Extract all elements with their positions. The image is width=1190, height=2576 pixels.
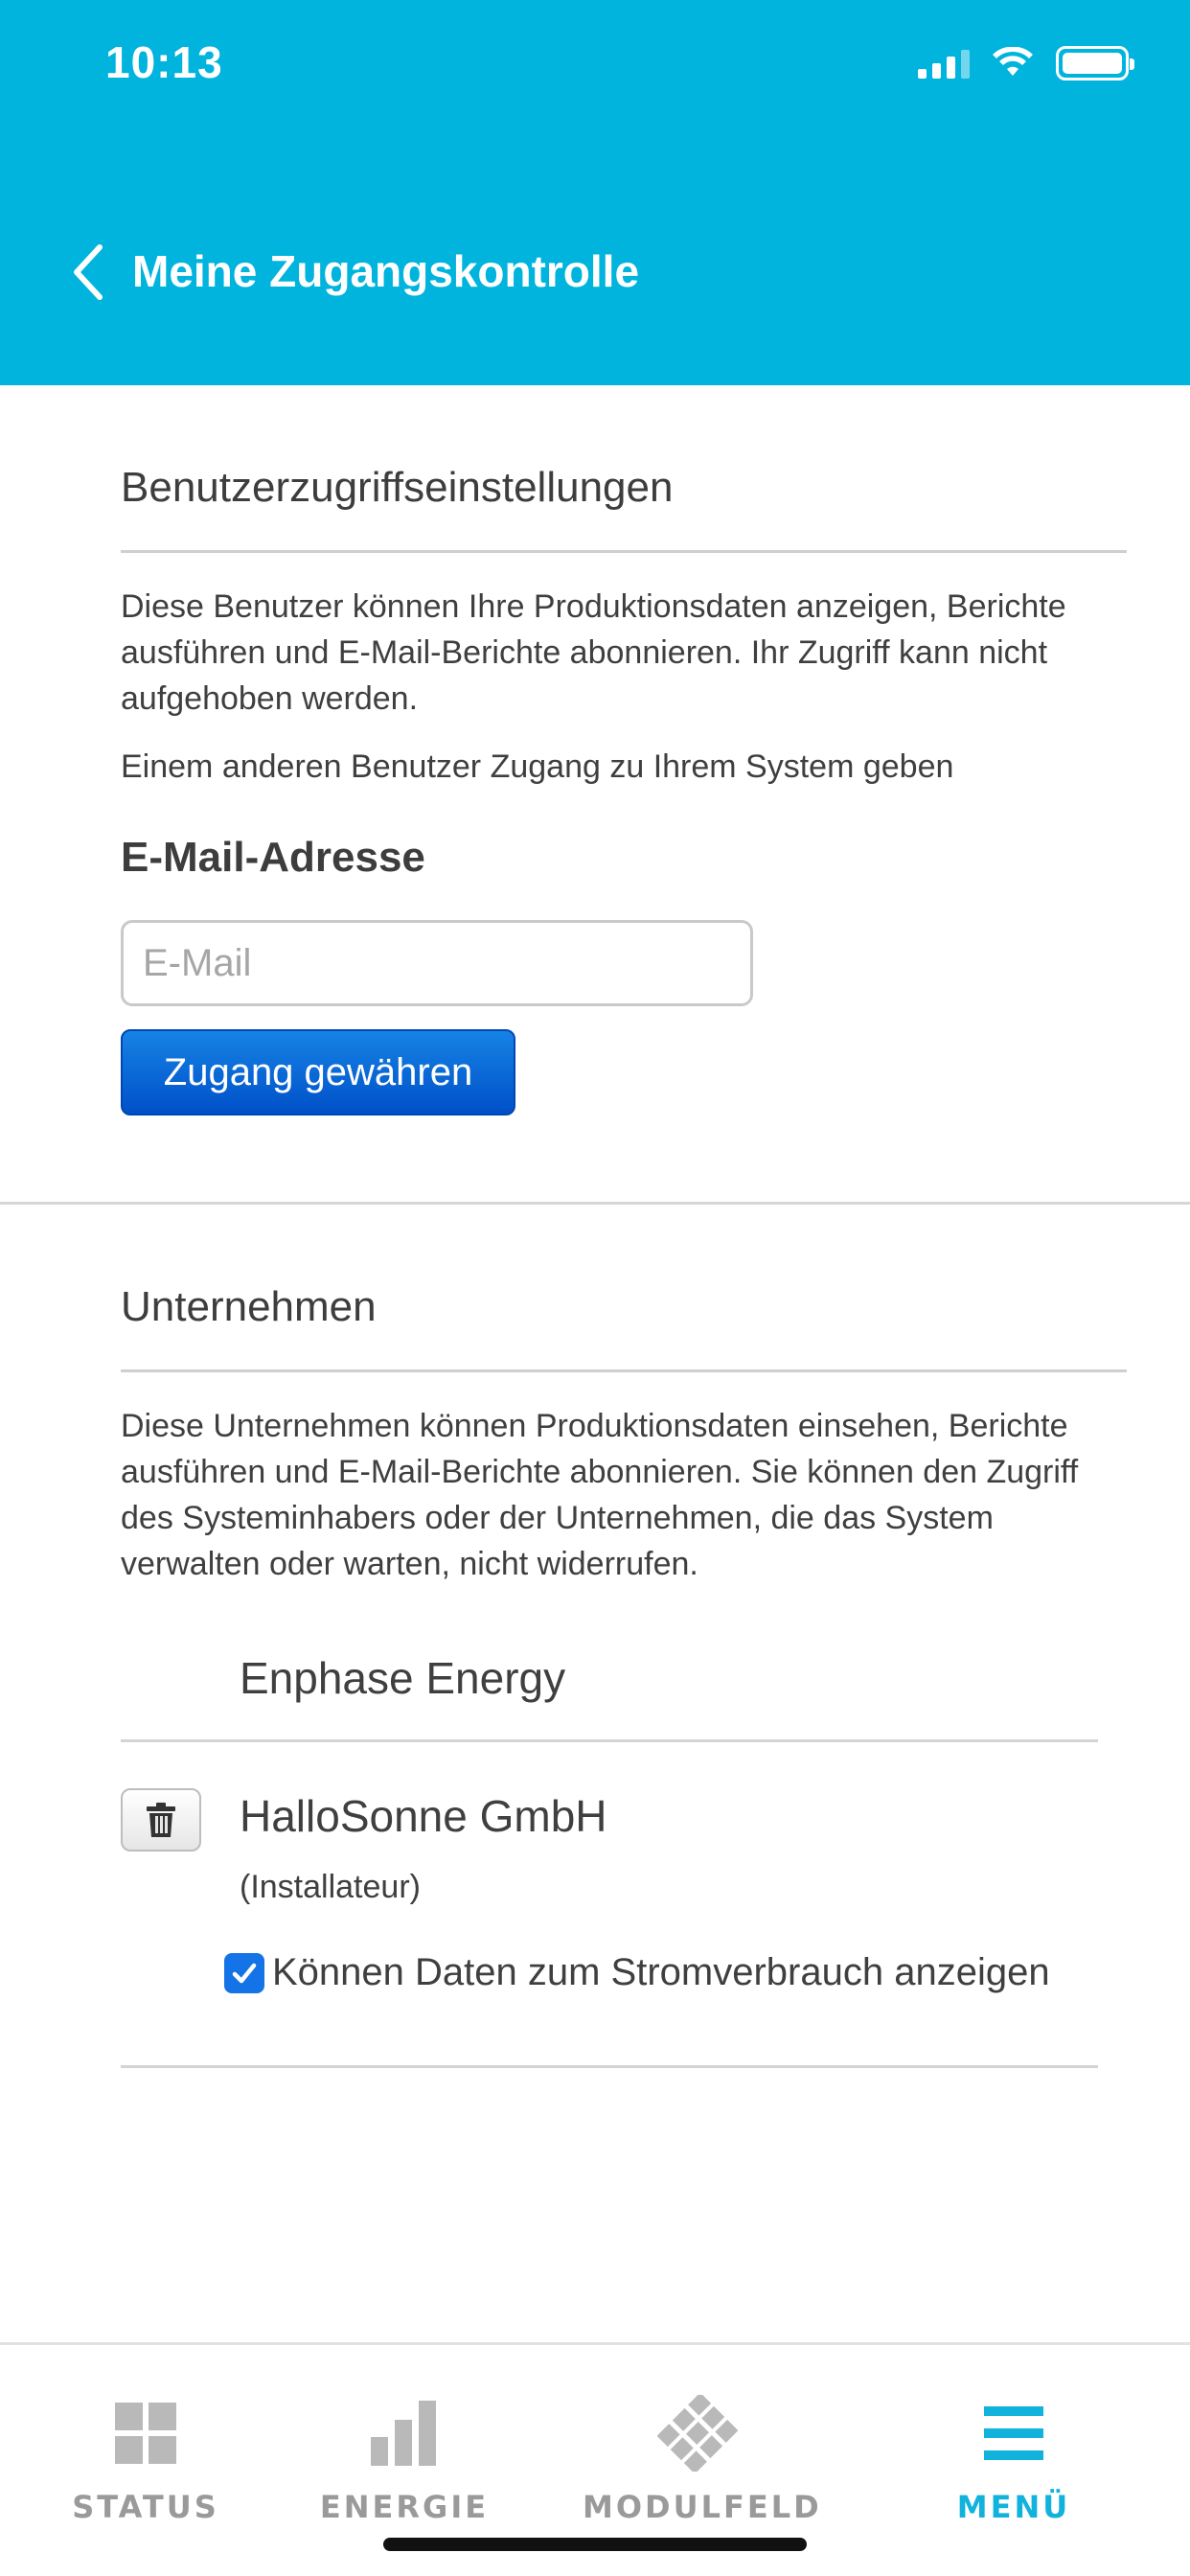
status-time: 10:13 — [105, 37, 223, 87]
email-input[interactable] — [121, 920, 753, 1006]
home-indicator — [383, 2538, 807, 2551]
company-list: Enphase Energy HalloSonne GmbH (Installa… — [121, 1635, 1098, 2068]
delete-company-button[interactable] — [121, 1788, 201, 1852]
tab-label: STATUS — [72, 2489, 219, 2525]
user-access-title: Benutzerzugriffseinstellungen — [121, 385, 1127, 553]
grid-icon — [115, 2403, 176, 2464]
consumption-checkbox-label: Können Daten zum Stromverbrauch anzeigen — [272, 1951, 1050, 1993]
tab-label: ENERGIE — [319, 2489, 490, 2525]
companies-section: Unternehmen Diese Unternehmen können Pro… — [0, 1205, 1190, 2068]
wifi-icon — [993, 47, 1033, 76]
checkmark-icon — [232, 1963, 257, 1983]
trash-icon — [147, 1803, 175, 1837]
battery-icon — [1056, 46, 1134, 80]
company-name: HalloSonne GmbH — [240, 1791, 607, 1841]
grant-access-button[interactable]: Zugang gewähren — [121, 1029, 515, 1116]
tab-label: MODULFELD — [583, 2489, 822, 2525]
app-header: 10:13 Meine Zugangskontrolle — [0, 0, 1190, 385]
chevron-left-icon — [74, 244, 103, 300]
grant-access-text: Einem anderen Benutzer Zugang zu Ihrem S… — [121, 748, 954, 785]
cellular-signal-icon — [918, 48, 970, 79]
consumption-permission: Können Daten zum Stromverbrauch anzeigen — [224, 1951, 1050, 1994]
status-icons — [918, 46, 1134, 80]
panels-icon — [657, 2395, 738, 2472]
user-access-description: Diese Benutzer können Ihre Produktionsda… — [121, 588, 1066, 717]
tab-energie[interactable]: ENERGIE — [289, 2399, 519, 2525]
menu-icon — [984, 2406, 1043, 2460]
company-name: Enphase Energy — [240, 1653, 566, 1703]
tab-menu[interactable]: MENÜ — [899, 2399, 1129, 2525]
tab-label: MENÜ — [956, 2489, 1071, 2525]
company-item: Enphase Energy — [121, 1635, 1098, 1742]
main-content: Benutzerzugriffseinstellungen Diese Benu… — [0, 385, 1190, 2068]
company-role: (Installateur) — [240, 1869, 421, 1905]
page-title: Meine Zugangskontrolle — [132, 246, 640, 296]
tab-modulfeld[interactable]: MODULFELD — [583, 2395, 822, 2525]
consumption-checkbox[interactable] — [224, 1952, 264, 1993]
bar-chart-icon — [371, 2401, 436, 2466]
companies-title: Unternehmen — [121, 1205, 1127, 1372]
company-item: HalloSonne GmbH (Installateur) Können Da… — [121, 1742, 1098, 2068]
email-label: E-Mail-Adresse — [121, 834, 425, 881]
user-access-section: Benutzerzugriffseinstellungen Diese Benu… — [0, 385, 1190, 1116]
tab-status[interactable]: STATUS — [31, 2399, 261, 2525]
back-button[interactable] — [69, 243, 126, 305]
companies-description: Diese Unternehmen können Produktionsdate… — [121, 1408, 1079, 1582]
